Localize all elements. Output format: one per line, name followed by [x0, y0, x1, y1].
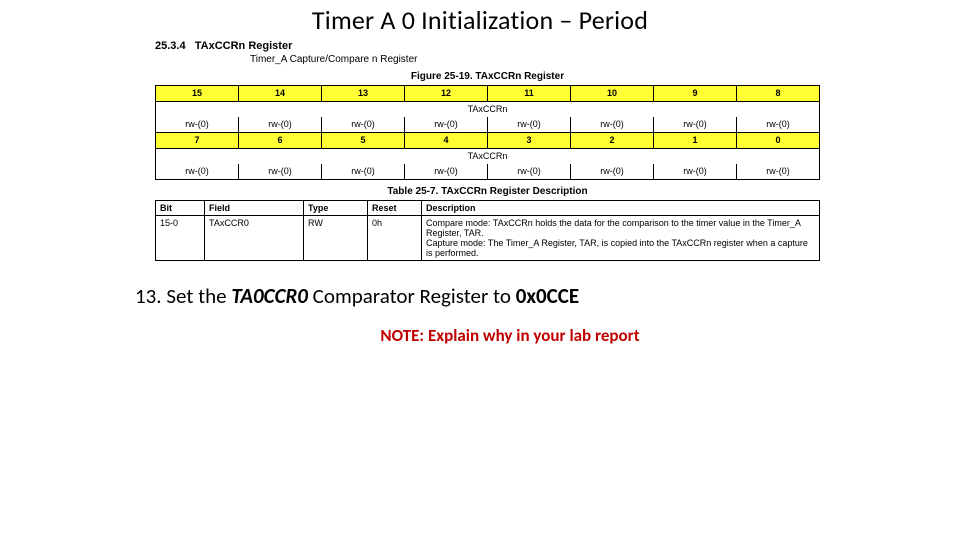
bit-field-table: 15 14 13 12 11 10 9 8 TAxCCRn rw-(0) rw-…	[155, 85, 820, 180]
bit-num: 11	[488, 86, 571, 102]
col-desc: Description	[422, 201, 820, 216]
page-title: Timer A 0 Initialization – Period	[0, 0, 960, 36]
table-row: 15-0 TAxCCR0 RW 0h Compare mode: TAxCCRn…	[156, 216, 820, 261]
bits-low-label: TAxCCRn	[156, 149, 820, 165]
col-type: Type	[304, 201, 368, 216]
col-field: Field	[205, 201, 304, 216]
rw-cell: rw-(0)	[488, 164, 571, 180]
rw-cell: rw-(0)	[488, 117, 571, 133]
cell-desc: Compare mode: TAxCCRn holds the data for…	[422, 216, 820, 261]
bit-num: 8	[737, 86, 820, 102]
bit-num: 14	[239, 86, 322, 102]
bit-num: 3	[488, 133, 571, 149]
rw-cell: rw-(0)	[239, 117, 322, 133]
slide: Timer A 0 Initialization – Period 25.3.4…	[0, 0, 960, 540]
bit-num: 5	[322, 133, 405, 149]
rw-cell: rw-(0)	[322, 164, 405, 180]
rw-cell: rw-(0)	[737, 117, 820, 133]
cell-field: TAxCCR0	[205, 216, 304, 261]
bit-num: 10	[571, 86, 654, 102]
bit-num: 15	[156, 86, 239, 102]
datasheet-excerpt: 25.3.4 TAxCCRn Register Timer_A Capture/…	[155, 40, 820, 261]
bits-high-header: 15 14 13 12 11 10 9 8	[156, 86, 820, 102]
bit-num: 7	[156, 133, 239, 149]
step-prefix: 13. Set the	[135, 283, 231, 309]
rw-cell: rw-(0)	[654, 117, 737, 133]
cell-type: RW	[304, 216, 368, 261]
bit-num: 6	[239, 133, 322, 149]
table-caption: Table 25-7. TAxCCRn Register Description	[155, 186, 820, 197]
step-register: TA0CCR0	[231, 283, 308, 309]
col-bit: Bit	[156, 201, 205, 216]
bits-high-rw: rw-(0) rw-(0) rw-(0) rw-(0) rw-(0) rw-(0…	[156, 117, 820, 133]
rw-cell: rw-(0)	[737, 164, 820, 180]
section-name: TAxCCRn Register	[195, 40, 293, 52]
bit-num: 13	[322, 86, 405, 102]
bit-num: 1	[654, 133, 737, 149]
rw-cell: rw-(0)	[322, 117, 405, 133]
section-number: 25.3.4	[155, 40, 186, 52]
section-subtitle: Timer_A Capture/Compare n Register	[250, 54, 820, 65]
rw-cell: rw-(0)	[571, 117, 654, 133]
figure-caption: Figure 25-19. TAxCCRn Register	[155, 71, 820, 82]
cell-reset: 0h	[368, 216, 422, 261]
register-description-table: Bit Field Type Reset Description 15-0 TA…	[155, 200, 820, 261]
field-name: TAxCCRn	[156, 102, 820, 118]
cell-bit: 15-0	[156, 216, 205, 261]
field-name: TAxCCRn	[156, 149, 820, 165]
bit-num: 9	[654, 86, 737, 102]
bit-num: 4	[405, 133, 488, 149]
step-value: 0x0CCE	[516, 283, 579, 309]
bits-low-rw: rw-(0) rw-(0) rw-(0) rw-(0) rw-(0) rw-(0…	[156, 164, 820, 180]
bits-high-label: TAxCCRn	[156, 102, 820, 118]
col-reset: Reset	[368, 201, 422, 216]
rw-cell: rw-(0)	[239, 164, 322, 180]
section-heading: 25.3.4 TAxCCRn Register	[155, 40, 820, 52]
rw-cell: rw-(0)	[405, 117, 488, 133]
bits-low-header: 7 6 5 4 3 2 1 0	[156, 133, 820, 149]
rw-cell: rw-(0)	[571, 164, 654, 180]
table-header-row: Bit Field Type Reset Description	[156, 201, 820, 216]
note-text: NOTE: Explain why in your lab report	[0, 325, 960, 346]
rw-cell: rw-(0)	[156, 164, 239, 180]
rw-cell: rw-(0)	[654, 164, 737, 180]
bit-num: 12	[405, 86, 488, 102]
bit-num: 2	[571, 133, 654, 149]
rw-cell: rw-(0)	[405, 164, 488, 180]
rw-cell: rw-(0)	[156, 117, 239, 133]
bit-num: 0	[737, 133, 820, 149]
step-mid: Comparator Register to	[308, 283, 516, 309]
desc-line2: Capture mode: The Timer_A Register, TAR,…	[426, 238, 808, 258]
desc-line1: Compare mode: TAxCCRn holds the data for…	[426, 218, 800, 238]
instruction-step: 13. Set the TA0CCR0 Comparator Register …	[135, 283, 960, 309]
